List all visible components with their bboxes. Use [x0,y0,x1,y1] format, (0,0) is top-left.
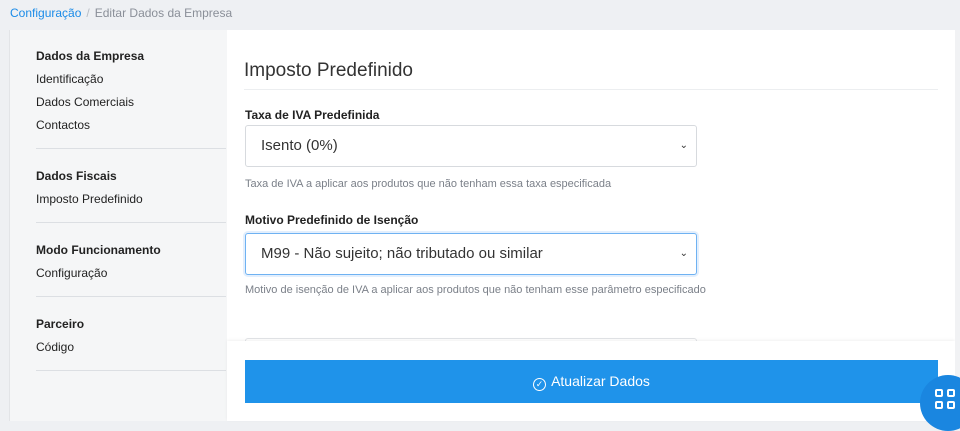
sidebar-divider [36,370,226,371]
sidebar-group-title: Parceiro [36,317,85,331]
exemption-label: Motivo Predefinido de Isenção [245,213,419,227]
exemption-value: M99 - Não sujeito; não tributado ou simi… [261,245,543,262]
breadcrumb-current: Editar Dados da Empresa [94,6,233,20]
sidebar-divider [36,148,226,149]
update-data-button[interactable]: ✓ Atualizar Dados [245,360,938,403]
iva-rate-help: Taxa de IVA a aplicar aos produtos que n… [245,178,612,190]
sidebar-item-contactos[interactable]: Contactos [36,118,228,132]
sidebar-group-company: Dados da Empresa Identificação Dados Com… [10,49,228,132]
sidebar-group-title: Dados da Empresa [36,49,145,63]
sidebar-group-title: Dados Fiscais [36,169,117,183]
sidebar-group-modo: Modo Funcionamento Configuração [10,243,228,280]
main-panel: Imposto Predefinido Taxa de IVA Predefin… [227,30,955,421]
sidebar-item-dados-comerciais[interactable]: Dados Comerciais [36,95,228,109]
sidebar-item-codigo[interactable]: Código [36,340,228,354]
iva-rate-value: Isento (0%) [261,137,338,154]
grid-icon [935,389,959,413]
breadcrumb-root-link[interactable]: Configuração [10,6,81,20]
check-circle-icon: ✓ [533,378,547,391]
iva-rate-label: Taxa de IVA Predefinida [245,108,380,122]
breadcrumb-separator: / [86,6,90,20]
sidebar-item-configuracao[interactable]: Configuração [36,266,228,280]
scrollbar[interactable] [955,30,960,421]
exemption-help: Motivo de isenção de IVA a aplicar aos p… [245,284,706,296]
chevron-down-icon: ⌄ [679,248,688,259]
title-divider [244,89,938,90]
sidebar-divider [36,222,226,223]
form-footer: ✓ Atualizar Dados [227,341,955,421]
sidebar-item-identificacao[interactable]: Identificação [36,72,228,86]
sidebar-group-title: Modo Funcionamento [36,243,161,257]
sidebar-group-parceiro: Parceiro Código [10,317,228,354]
exemption-select[interactable]: M99 - Não sujeito; não tributado ou simi… [245,233,697,275]
chevron-down-icon: ⌄ [679,140,688,151]
iva-rate-select[interactable]: Isento (0%) ⌄ [245,125,697,167]
update-data-label: Atualizar Dados [551,373,650,389]
breadcrumb: Configuração / Editar Dados da Empresa [0,0,232,30]
sidebar: Dados da Empresa Identificação Dados Com… [9,30,228,421]
page-title: Imposto Predefinido [244,60,413,81]
sidebar-divider [36,296,226,297]
sidebar-item-imposto-predefinido[interactable]: Imposto Predefinido [36,192,228,206]
sidebar-group-fiscal: Dados Fiscais Imposto Predefinido [10,169,228,206]
